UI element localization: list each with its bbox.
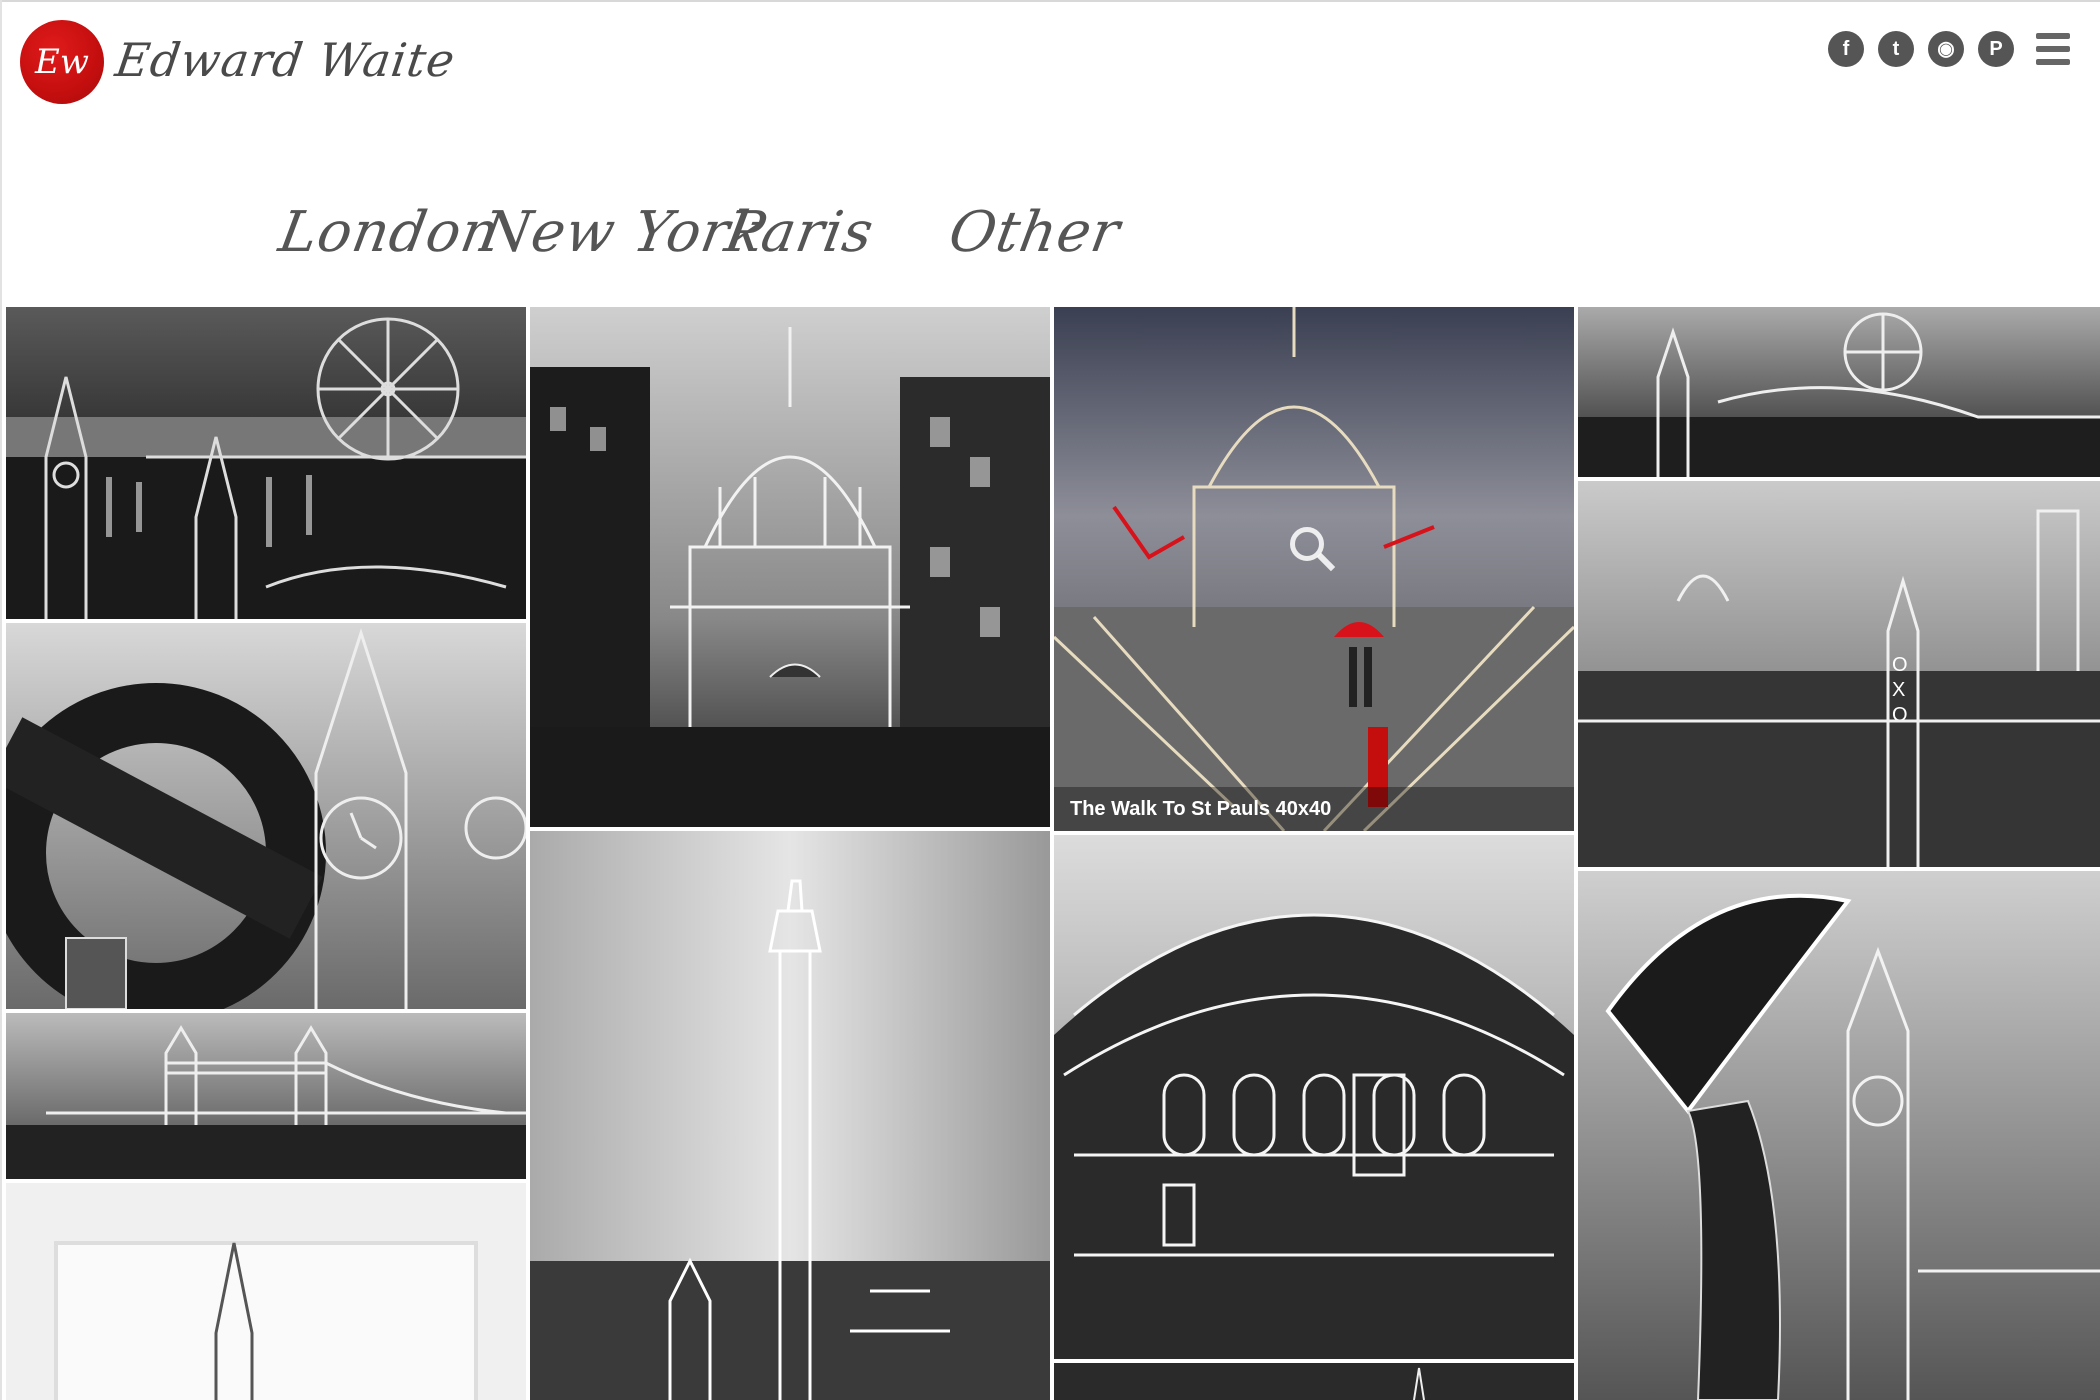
social-links: f t ◉ P — [1828, 31, 2014, 67]
gallery-tile-thames-panorama[interactable] — [1578, 307, 2100, 477]
nav-other[interactable]: Other — [944, 200, 1125, 265]
svg-text:O: O — [1892, 704, 1908, 726]
gallery-tile-royal-albert-hall[interactable] — [1054, 835, 1574, 1359]
instagram-icon[interactable]: ◉ — [1928, 31, 1964, 67]
site-name-logo[interactable]: Edward Waite — [112, 30, 459, 90]
twitter-icon[interactable]: t — [1878, 31, 1914, 67]
gallery-tile-nelsons-column[interactable] — [530, 831, 1050, 1400]
zoom-icon[interactable] — [1290, 527, 1324, 561]
gallery-tile-walk-to-st-pauls[interactable]: The Walk To St Pauls 40x40 — [1054, 307, 1574, 831]
hamburger-menu-icon[interactable] — [2036, 33, 2070, 65]
svg-text:O: O — [1892, 654, 1908, 676]
gallery-tile-framed-spire[interactable] — [6, 1183, 526, 1400]
nav-paris[interactable]: Paris — [720, 200, 878, 265]
facebook-icon[interactable]: f — [1828, 31, 1864, 67]
gallery-tile-underground[interactable] — [6, 623, 526, 1009]
painting-caption: The Walk To St Pauls 40x40 — [1054, 787, 1574, 831]
menu-bar — [2036, 46, 2070, 52]
menu-bar — [2036, 33, 2070, 39]
gallery-tile-london-eye[interactable] — [6, 307, 526, 619]
gallery-tile-partial[interactable] — [1054, 1363, 1574, 1400]
left-border — [0, 0, 2, 1400]
gallery-tile-st-pauls-street[interactable] — [530, 307, 1050, 827]
gallery-tile-oxo-tower[interactable]: O X O — [1578, 481, 2100, 867]
pinterest-icon[interactable]: P — [1978, 31, 2014, 67]
menu-bar — [2036, 59, 2070, 65]
nav-london[interactable]: London — [274, 200, 504, 265]
svg-text:X: X — [1892, 679, 1905, 701]
gallery-tile-umbrella-big-ben[interactable] — [1578, 871, 2100, 1400]
logo-mark[interactable]: Ew — [20, 20, 104, 104]
gallery-tile-tower-bridge[interactable] — [6, 1013, 526, 1179]
top-border — [0, 0, 2100, 2]
